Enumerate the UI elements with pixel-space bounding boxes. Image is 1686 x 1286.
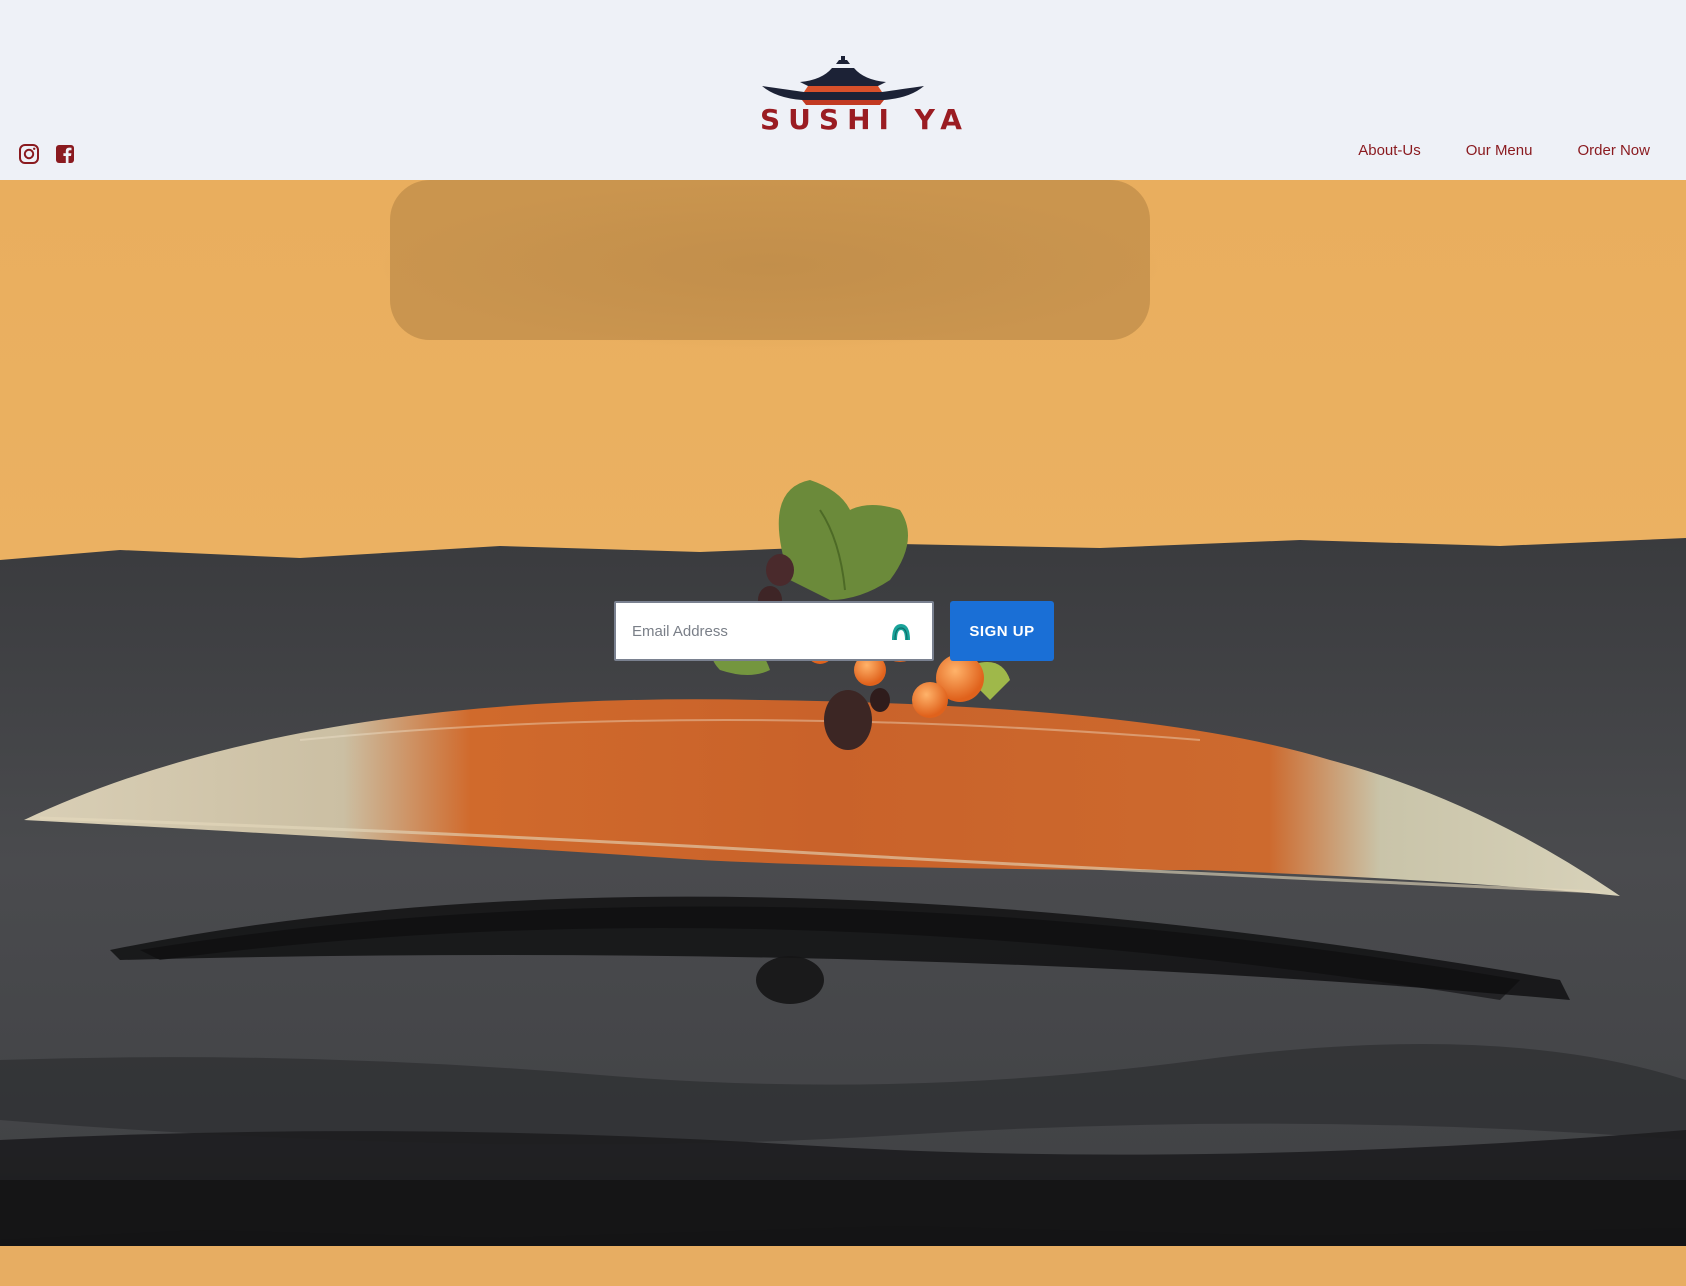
nav-about-us-link[interactable]: About-Us — [1358, 142, 1421, 159]
pagoda-roof-icon — [762, 56, 924, 105]
brand-wordmark: SUSHI YA — [760, 103, 970, 136]
nav-order-now-link[interactable]: Order Now — [1577, 142, 1650, 159]
signup-button[interactable]: SIGN UP — [950, 601, 1054, 661]
password-manager-icon[interactable] — [890, 620, 912, 642]
brand-logo[interactable]: SUSHI YA — [760, 52, 970, 136]
hero-image — [0, 180, 1686, 1286]
site-header: SUSHI YA About-Us Our Menu Order Now — [0, 0, 1686, 180]
signup-form: SIGN UP — [614, 601, 1054, 661]
social-links — [18, 143, 76, 165]
main-nav: About-Us Our Menu Order Now — [1313, 142, 1650, 159]
sushi-on-slate-plate-image — [0, 180, 1686, 1286]
email-field-wrapper — [614, 601, 934, 661]
email-input[interactable] — [616, 603, 932, 659]
instagram-icon[interactable] — [18, 143, 40, 165]
nav-our-menu-link[interactable]: Our Menu — [1466, 142, 1533, 159]
facebook-icon[interactable] — [54, 143, 76, 165]
